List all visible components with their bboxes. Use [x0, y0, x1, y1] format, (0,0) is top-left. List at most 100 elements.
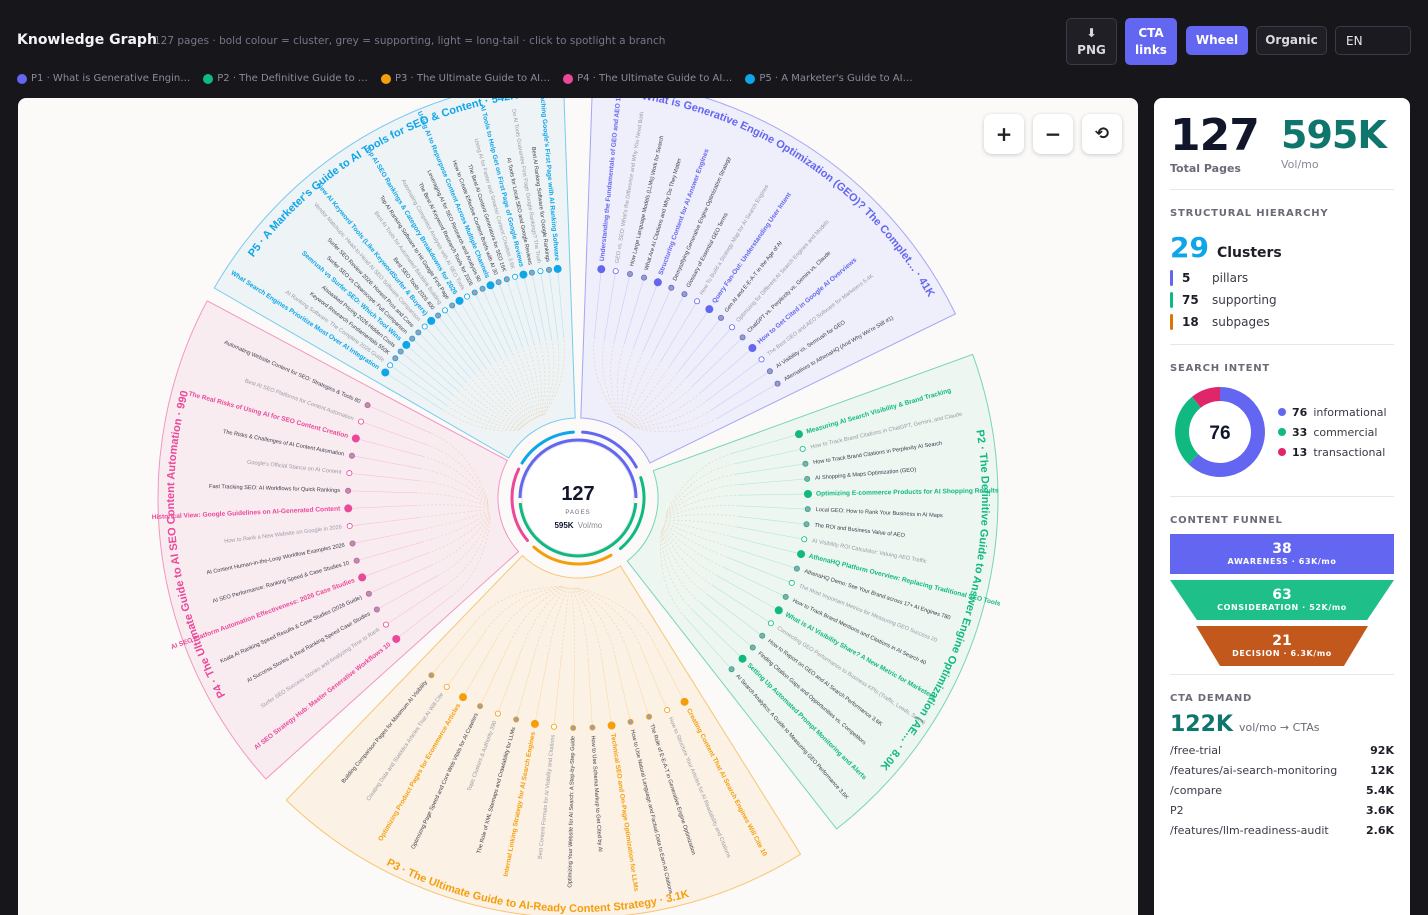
- leaf-node: [503, 276, 510, 283]
- cta-demand-total: 122K vol/mo → CTAs: [1170, 712, 1394, 737]
- cta-row[interactable]: /features/ai-search-monitoring 12K: [1170, 764, 1394, 777]
- leaf-node: [668, 284, 675, 291]
- hierarchy-item-pillars: 5 pillars: [1170, 270, 1394, 286]
- intent-item-commercial: 33 commercial: [1278, 426, 1387, 439]
- leaf-node: [495, 279, 502, 286]
- intent-count: 76: [1292, 405, 1308, 419]
- leaf-node: [680, 697, 689, 706]
- hierarchy-count: 5: [1182, 271, 1191, 285]
- download-icon: ⬇: [1086, 26, 1097, 41]
- legend-item-p2[interactable]: P2 · The Definitive Guide to …: [203, 73, 368, 84]
- top-bar: Knowledge Graph 127 pages · bold colour …: [0, 0, 1428, 98]
- leaf-node: [550, 723, 557, 730]
- export-png-button[interactable]: ⬇ PNG: [1066, 18, 1117, 65]
- cta-path: /features/llm-readiness-audit: [1170, 824, 1329, 837]
- leaf-node: [519, 270, 528, 279]
- hierarchy-title: STRUCTURAL HIERARCHY: [1170, 208, 1329, 219]
- leaf-node: [486, 281, 495, 290]
- leaf-node: [738, 654, 747, 663]
- leaf-node: [799, 445, 806, 452]
- leaf-node: [766, 368, 773, 375]
- funnel-step-awareness[interactable]: 38 AWARENESS · 63K/mo: [1170, 534, 1394, 574]
- total-pages-stat: 127 Total Pages: [1170, 114, 1281, 176]
- leaf-node: [392, 355, 399, 362]
- language-select[interactable]: EN: [1335, 26, 1411, 55]
- hierarchy-bar: [1170, 270, 1173, 286]
- funnel-count: 38: [1272, 540, 1292, 557]
- hierarchy-bar: [1170, 292, 1173, 308]
- leaf-node: [626, 270, 633, 277]
- intent-count: 13: [1292, 445, 1308, 459]
- leaf-node: [479, 285, 486, 292]
- clusters-label: Clusters: [1216, 245, 1282, 261]
- funnel-count: 63: [1272, 586, 1292, 603]
- funnel-step-consideration[interactable]: 63 CONSIDERATION · 52K/mo: [1170, 580, 1394, 620]
- cta-row[interactable]: P2 3.6K: [1170, 804, 1394, 817]
- leaf-node: [802, 460, 809, 467]
- zoom-out-button[interactable]: −: [1033, 114, 1073, 154]
- cta-row[interactable]: /features/llm-readiness-audit 2.6K: [1170, 824, 1394, 837]
- leaf-node: [464, 293, 471, 300]
- leaf-node: [449, 302, 456, 309]
- volume-value: 595K: [1281, 113, 1387, 157]
- cta-links-toggle[interactable]: CTA links: [1125, 18, 1177, 65]
- leaf-node: [365, 590, 372, 597]
- legend-label: P1 · What is Generative Engin…: [31, 73, 191, 84]
- cta-row[interactable]: /compare 5.4K: [1170, 784, 1394, 797]
- zoom-in-button[interactable]: +: [984, 114, 1024, 154]
- graph-canvas[interactable]: P1 · What is Generative Engine Optimizat…: [18, 98, 1138, 915]
- leaf-node: [455, 296, 464, 305]
- intent-label: informational: [1313, 405, 1387, 419]
- leaf-node: [804, 506, 811, 513]
- leaf-node: [346, 523, 353, 530]
- leaf-node: [646, 713, 653, 720]
- legend-item-p4[interactable]: P4 · The Ultimate Guide to AI…: [563, 73, 732, 84]
- center-page-count: 127: [561, 483, 594, 505]
- leaf-node: [794, 430, 803, 439]
- divider: [1170, 674, 1394, 675]
- legend-dot: [745, 73, 756, 84]
- leaf-node: [553, 264, 562, 273]
- leaf-node: [382, 621, 389, 628]
- leaf-node: [694, 298, 701, 305]
- intent-legend: 76 informational 33 commercial 13 transacti…: [1278, 399, 1387, 466]
- cta-row[interactable]: /free-trial 92K: [1170, 744, 1394, 757]
- clusters-count: 29: [1170, 231, 1209, 264]
- funnel-count: 21: [1272, 632, 1292, 649]
- legend-item-p5[interactable]: P5 · A Marketer's Guide to AI…: [745, 73, 913, 84]
- intent-count: 33: [1292, 425, 1308, 439]
- intent-donut-chart: 76: [1175, 387, 1265, 477]
- legend-item-p1[interactable]: P1 · What is Generative Engin…: [17, 73, 190, 84]
- pillar-legend: P1 · What is Generative Engin… P2 · The …: [17, 73, 913, 84]
- funnel-label: AWARENESS · 63K/mo: [1227, 557, 1337, 567]
- leaf-node: [597, 265, 606, 274]
- leaf-node: [513, 716, 520, 723]
- divider: [1170, 344, 1394, 345]
- center-volume-unit: Vol/mo: [578, 521, 603, 530]
- funnel-step-decision[interactable]: 21 DECISION · 6.3K/mo: [1196, 626, 1368, 666]
- funnel-label: CONSIDERATION · 52K/mo: [1217, 603, 1347, 613]
- hierarchy-count: 75: [1182, 293, 1199, 307]
- cta-value: 2.6K: [1365, 824, 1394, 837]
- knowledge-wheel[interactable]: P1 · What is Generative Engine Optimizat…: [18, 98, 1138, 915]
- leaf-node: [782, 593, 789, 600]
- leaf-node: [627, 718, 634, 725]
- center-pages-label: PAGES: [565, 510, 590, 516]
- leaf-node: [530, 719, 539, 728]
- cta-total-label: vol/mo → CTAs: [1238, 721, 1320, 734]
- page-subtitle: 127 pages · bold colour = cluster, grey …: [154, 35, 666, 47]
- reset-view-button[interactable]: ⟲: [1082, 114, 1122, 154]
- legend-item-p3[interactable]: P3 · The Ultimate Guide to AI…: [380, 73, 550, 84]
- legend-dot: [203, 73, 214, 84]
- organic-view-button[interactable]: Organic: [1256, 26, 1327, 55]
- leaf-node: [381, 368, 390, 377]
- leaf-node: [358, 418, 365, 425]
- leaf-node: [589, 724, 596, 731]
- cta-path: /compare: [1170, 784, 1222, 797]
- leaf-node: [612, 268, 619, 275]
- leaf-node: [421, 323, 428, 330]
- leaf-node: [358, 573, 367, 582]
- leaf-node: [801, 536, 808, 543]
- intent-item-transactional: 13 transactional: [1278, 446, 1387, 459]
- wheel-view-button[interactable]: Wheel: [1186, 26, 1248, 55]
